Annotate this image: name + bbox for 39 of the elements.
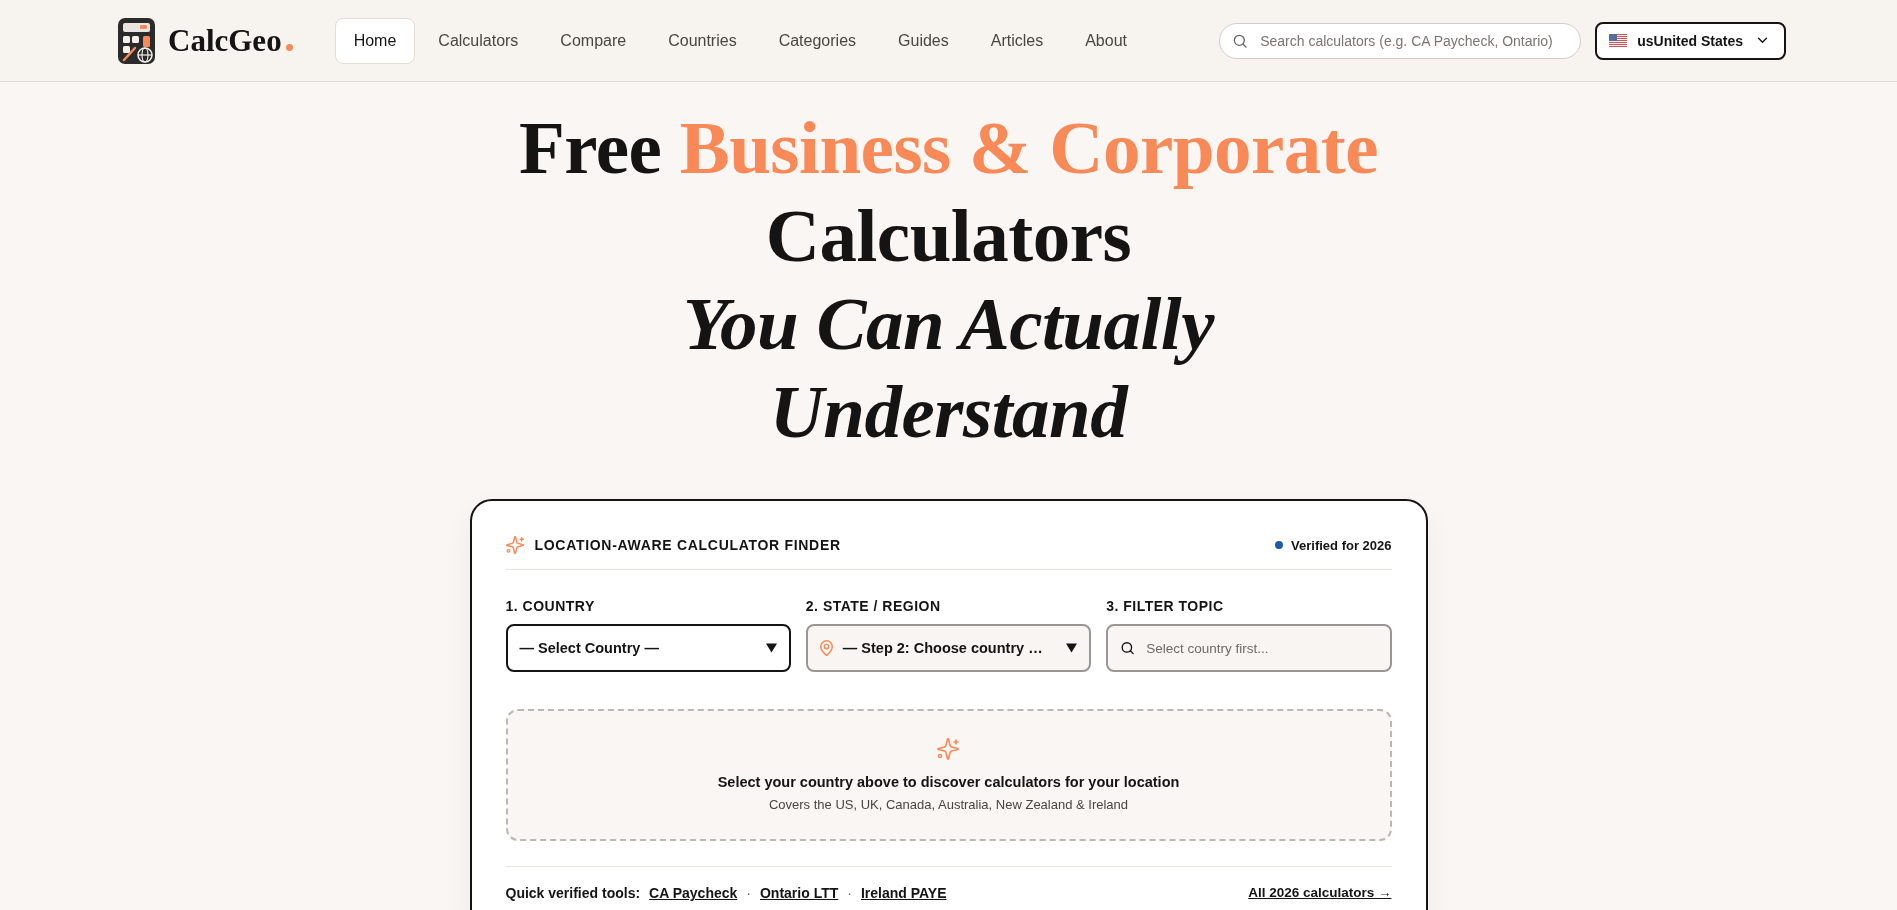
link-separator: · xyxy=(847,884,852,902)
field-label: 1. COUNTRY xyxy=(505,598,596,615)
calculator-logo-icon[interactable] xyxy=(118,17,155,64)
tool-link[interactable]: Ontario LTT xyxy=(759,884,839,902)
search-icon xyxy=(1232,32,1249,49)
hero-heading: Free Business & Corporate Calculators You Can Actually Understand xyxy=(518,105,1379,455)
sparkle-icon xyxy=(937,737,960,761)
flag-icon xyxy=(1609,34,1628,47)
location-pin-icon xyxy=(819,640,833,656)
nav-link[interactable]: Calculators xyxy=(419,17,538,64)
all-calculators-link[interactable]: All 2026 calculators → xyxy=(1248,884,1392,902)
search-icon xyxy=(1120,640,1136,656)
sparkle-icon xyxy=(505,535,525,555)
caret-down-icon xyxy=(1066,643,1078,653)
nav-link[interactable]: Home xyxy=(334,17,416,64)
nav-link[interactable]: Compare xyxy=(541,17,646,64)
empty-state-title: Select your country above to discover calculators for your location xyxy=(717,772,1180,791)
empty-state-subtitle: Covers the US, UK, Canada, Australia, New Zealand & Ireland xyxy=(768,796,1129,813)
finder-title: LOCATION-AWARE CALCULATOR FINDER xyxy=(534,536,841,555)
select-field[interactable]: — Select Country — xyxy=(505,624,791,672)
nav-link[interactable]: About xyxy=(1066,17,1146,64)
nav-link[interactable]: Countries xyxy=(649,17,756,64)
tool-link[interactable]: CA Paycheck xyxy=(649,884,738,902)
chevron-down-icon xyxy=(1757,37,1768,44)
link-separator: · xyxy=(746,884,751,902)
field-label: 3. FILTER TOPIC xyxy=(1106,598,1225,615)
nav-link[interactable]: Categories xyxy=(759,17,876,64)
nav-link[interactable]: Articles xyxy=(971,17,1063,64)
search-field[interactable]: Search calculators (e.g. CA Paycheck, Ontario) xyxy=(1219,22,1582,59)
caret-down-icon xyxy=(765,643,777,653)
status-dot-icon xyxy=(1275,541,1284,549)
brand-name[interactable]: CalcGeo xyxy=(168,22,282,59)
quick-tools-label: Quick verified tools: xyxy=(505,884,641,902)
nav-link[interactable]: Guides xyxy=(879,17,968,64)
logo-dot-icon xyxy=(285,44,293,51)
verified-label: Verified for 2026 xyxy=(1291,537,1392,553)
country-button[interactable]: usUnited States xyxy=(1595,21,1786,60)
field-label: 2. STATE / REGION xyxy=(805,598,942,615)
tool-link[interactable]: Ireland PAYE xyxy=(860,884,947,902)
